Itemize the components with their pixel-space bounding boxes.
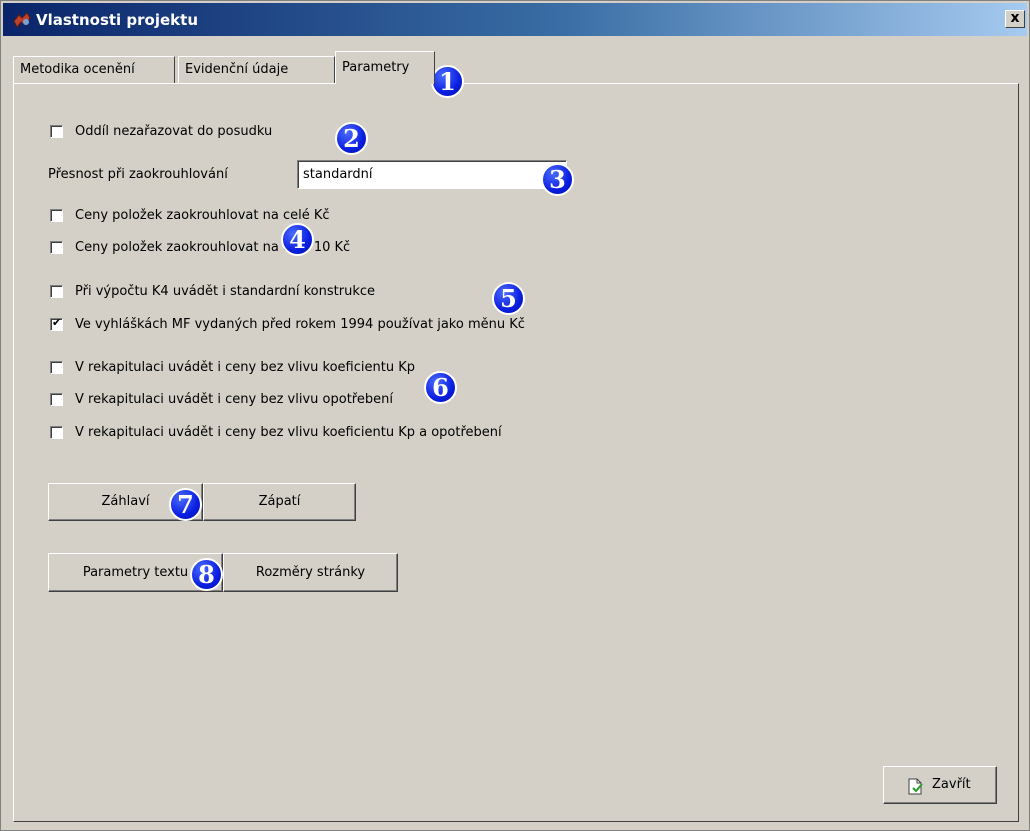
rek-opo-label: V rekapitulaci uvádět i ceny bez vlivu o… bbox=[75, 391, 393, 407]
callout-marker-4: 4 bbox=[281, 223, 314, 256]
callout-marker-2: 2 bbox=[335, 122, 368, 155]
option-rek-kp[interactable]: V rekapitulaci uvádět i ceny bez vlivu k… bbox=[50, 357, 415, 377]
option-mf[interactable]: Ve vyhláškách MF vydaných před rokem 199… bbox=[50, 314, 525, 334]
k4-checkbox[interactable] bbox=[50, 284, 63, 298]
option-oddil[interactable]: Oddíl nezařazovat do posudku bbox=[50, 121, 272, 141]
presnost-field[interactable]: standardní bbox=[297, 160, 567, 189]
mf-checkbox[interactable] bbox=[50, 316, 63, 331]
title-bar[interactable]: Vlastnosti projektu x bbox=[3, 3, 1027, 36]
rek-kp-opo-checkbox[interactable] bbox=[50, 425, 63, 439]
option-k4[interactable]: Při výpočtu K4 uvádět i standardní konst… bbox=[50, 281, 375, 301]
rek-opo-checkbox[interactable] bbox=[50, 392, 63, 406]
ceny-kc-checkbox[interactable] bbox=[50, 208, 63, 222]
k4-label: Při výpočtu K4 uvádět i standardní konst… bbox=[75, 283, 375, 299]
oddil-label: Oddíl nezařazovat do posudku bbox=[75, 123, 273, 139]
properties-window: Vlastnosti projektu x Metodika ocenění E… bbox=[0, 0, 1030, 831]
tab-panel-parametry bbox=[13, 83, 1019, 822]
option-rek-opo[interactable]: V rekapitulaci uvádět i ceny bez vlivu o… bbox=[50, 389, 393, 409]
rek-kp-checkbox[interactable] bbox=[50, 360, 63, 374]
ceny-10kc-checkbox[interactable] bbox=[50, 240, 63, 254]
rek-kp-label: V rekapitulaci uvádět i ceny bez vlivu k… bbox=[75, 359, 415, 375]
oddil-checkbox[interactable] bbox=[50, 124, 63, 138]
window-title: Vlastnosti projektu bbox=[36, 11, 198, 29]
option-ceny-kc[interactable]: Ceny položek zaokrouhlovat na celé Kč bbox=[50, 205, 330, 225]
presnost-label: Přesnost při zaokrouhlování bbox=[48, 167, 228, 182]
tab-metodika[interactable]: Metodika ocenění bbox=[13, 56, 175, 84]
close-button[interactable]: x bbox=[1005, 10, 1025, 28]
callout-marker-6: 6 bbox=[424, 371, 457, 404]
callout-marker-8: 8 bbox=[190, 558, 223, 591]
app-icon bbox=[13, 12, 31, 28]
option-rek-kp-opo[interactable]: V rekapitulaci uvádět i ceny bez vlivu k… bbox=[50, 422, 502, 442]
callout-marker-5: 5 bbox=[492, 282, 525, 315]
document-icon bbox=[908, 778, 923, 795]
tab-evidencni[interactable]: Evidenční údaje bbox=[178, 56, 335, 84]
zavrit-button[interactable]: Zavřít bbox=[883, 766, 997, 804]
callout-marker-1: 1 bbox=[431, 65, 464, 98]
mf-label: Ve vyhláškách MF vydaných před rokem 199… bbox=[75, 316, 525, 332]
rozmery-stranky-button[interactable]: Rozměry stránky bbox=[223, 553, 398, 592]
rek-kp-opo-label: V rekapitulaci uvádět i ceny bez vlivu k… bbox=[75, 424, 502, 440]
zavrit-label: Zavřít bbox=[932, 777, 971, 792]
tab-parametry[interactable]: Parametry bbox=[335, 51, 435, 84]
zapati-button[interactable]: Zápatí bbox=[203, 483, 356, 521]
callout-marker-7: 7 bbox=[169, 488, 202, 521]
ceny-kc-label: Ceny položek zaokrouhlovat na celé Kč bbox=[75, 207, 330, 223]
callout-marker-3: 3 bbox=[541, 163, 574, 196]
